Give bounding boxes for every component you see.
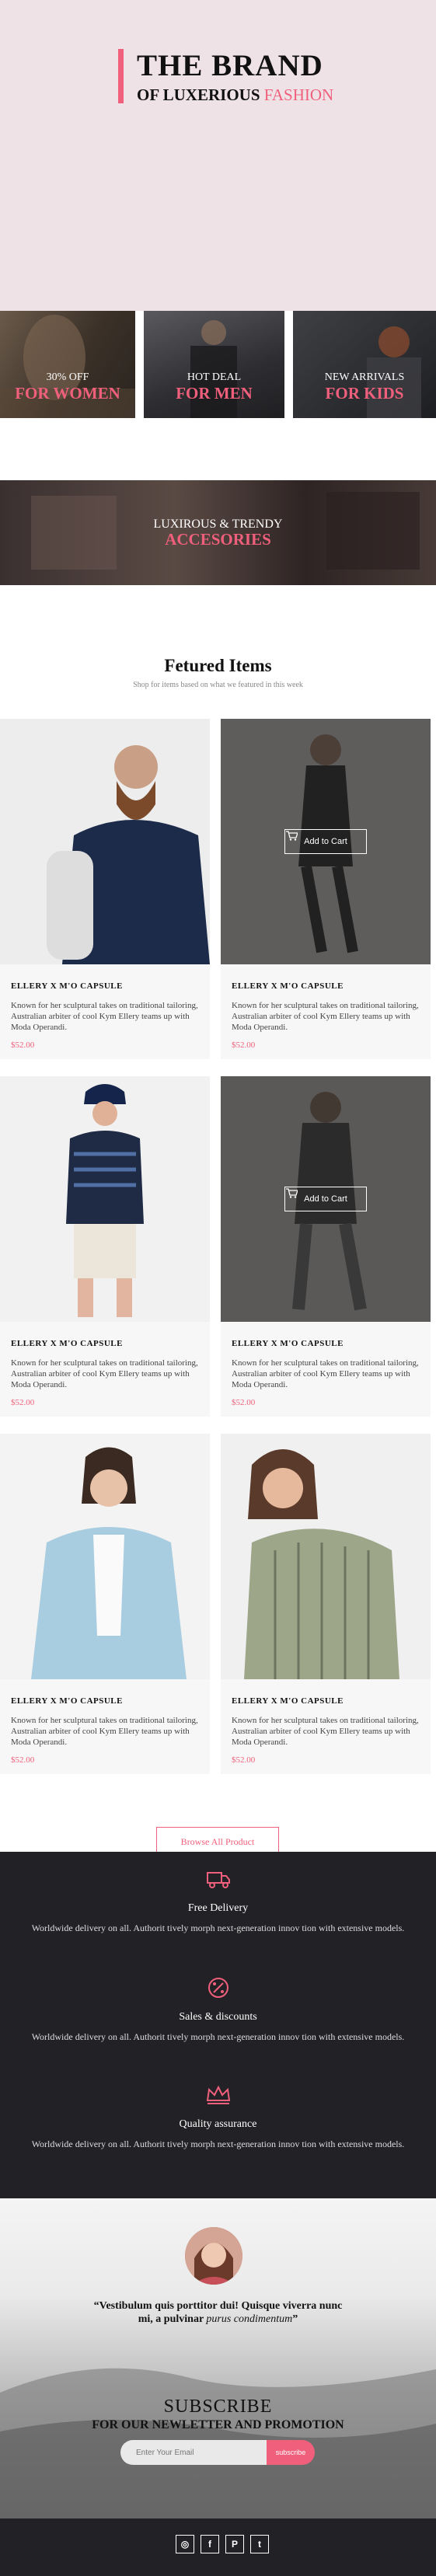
testimonial-quote-end: ” <box>292 2313 298 2325</box>
promo-kids[interactable]: NEW ARRIVALS FOR KIDS <box>293 311 436 418</box>
percent-icon <box>208 1978 228 1998</box>
crown-icon <box>206 2085 230 2104</box>
add-to-cart-label: Add to Cart <box>304 1194 347 1204</box>
product-card[interactable]: ELLERY X M'O CAPSULE Known for her sculp… <box>0 1434 210 1774</box>
product-image[interactable] <box>0 719 210 964</box>
hero-banner: THE BRAND OF LUXERIOUS FASHION <box>0 0 436 311</box>
product-card[interactable]: ELLERY X M'O CAPSULE Known for her sculp… <box>221 1434 431 1774</box>
promo-women[interactable]: 30% OFF FOR WOMEN <box>0 311 135 418</box>
product-card[interactable]: ELLERY X M'O CAPSULE Known for her sculp… <box>0 1076 210 1417</box>
product-description: Known for her sculptural takes on tradit… <box>232 1358 419 1389</box>
product-price: $52.00 <box>232 1755 256 1765</box>
feature-text: Worldwide delivery on all. Authorit tive… <box>31 2139 405 2149</box>
feature-text: Worldwide delivery on all. Authorit tive… <box>31 2031 405 2042</box>
avatar <box>185 2227 242 2285</box>
feature-free-delivery: Free Delivery Worldwide delivery on all.… <box>0 1867 436 1933</box>
product-price: $52.00 <box>11 1398 35 1407</box>
product-title[interactable]: ELLERY X M'O CAPSULE <box>11 981 199 991</box>
add-to-cart-button[interactable]: Add to Cart <box>284 829 367 854</box>
product-image[interactable] <box>0 1434 210 1679</box>
hero-accent-bar <box>118 49 124 103</box>
promo-men-small: HOT DEAL <box>187 371 242 383</box>
footer: ◎ f P t <box>0 2518 436 2576</box>
product-image[interactable]: Add to Cart <box>221 719 431 964</box>
subscribe-subtitle: FOR OUR NEWLETTER AND PROMOTION <box>92 2418 344 2431</box>
product-price: $52.00 <box>11 1041 35 1050</box>
add-to-cart-button[interactable]: Add to Cart <box>284 1187 367 1211</box>
twitter-icon[interactable]: t <box>250 2535 269 2553</box>
testimonial-quote-italic: purus condimentum <box>206 2313 293 2325</box>
facebook-icon[interactable]: f <box>201 2535 219 2553</box>
instagram-icon[interactable]: ◎ <box>176 2535 194 2553</box>
product-grid: ELLERY X M'O CAPSULE Known for her sculp… <box>0 719 436 1856</box>
product-description: Known for her sculptural takes on tradit… <box>11 1716 198 1747</box>
features-section: Free Delivery Worldwide delivery on all.… <box>0 1852 436 2198</box>
add-to-cart-label: Add to Cart <box>304 837 347 846</box>
product-description: Known for her sculptural takes on tradit… <box>232 1716 419 1747</box>
promo-men-large: FOR MEN <box>176 384 253 403</box>
social-links: ◎ f P t <box>176 2535 269 2553</box>
product-image[interactable]: Add to Cart <box>221 1076 431 1322</box>
testimonial-quote: “Vestibulum quis porttitor dui! Quisque … <box>93 2299 343 2326</box>
product-title[interactable]: ELLERY X M'O CAPSULE <box>232 1339 420 1348</box>
cart-icon <box>286 1188 298 1198</box>
product-card[interactable]: Add to Cart ELLERY X M'O CAPSULE Known f… <box>221 1076 431 1417</box>
truck-icon <box>206 1872 230 1888</box>
testimonial-subscribe-section: “Vestibulum quis porttitor dui! Quisque … <box>0 2198 436 2518</box>
featured-title: Fetured Items <box>164 656 272 675</box>
product-price: $52.00 <box>11 1755 35 1765</box>
brand-title: THE BRAND <box>137 49 323 82</box>
brand-subtitle: OF LUXERIOUS FASHION <box>137 85 333 105</box>
cart-icon <box>286 831 298 841</box>
product-title[interactable]: ELLERY X M'O CAPSULE <box>232 1696 420 1706</box>
product-description: Known for her sculptural takes on tradit… <box>11 1358 198 1389</box>
product-card[interactable]: Add to Cart ELLERY X M'O CAPSULE Known f… <box>221 719 431 1059</box>
promo-kids-large: FOR KIDS <box>325 384 404 403</box>
promo-section: 30% OFF FOR WOMEN HOT DEAL FOR MEN NEW A… <box>0 311 436 606</box>
product-title[interactable]: ELLERY X M'O CAPSULE <box>232 981 420 991</box>
promo-women-large: FOR WOMEN <box>15 384 120 403</box>
promo-men[interactable]: HOT DEAL FOR MEN <box>144 311 284 418</box>
subscribe-title: SUBSCRIBE <box>163 2396 273 2417</box>
feature-text: Worldwide delivery on all. Authorit tive… <box>31 1922 405 1933</box>
feature-title: Quality assurance <box>179 2118 257 2130</box>
product-title[interactable]: ELLERY X M'O CAPSULE <box>11 1339 199 1348</box>
product-image[interactable] <box>0 1076 210 1322</box>
product-title[interactable]: ELLERY X M'O CAPSULE <box>11 1696 199 1706</box>
promo-kids-small: NEW ARRIVALS <box>324 371 405 383</box>
promo-accessories-large: ACCESORIES <box>165 530 271 549</box>
feature-title: Sales & discounts <box>179 2011 257 2023</box>
featured-header: Fetured Items Shop for items based on wh… <box>0 656 436 689</box>
product-card[interactable]: ELLERY X M'O CAPSULE Known for her sculp… <box>0 719 210 1059</box>
product-description: Known for her sculptural takes on tradit… <box>232 1001 419 1032</box>
product-image[interactable] <box>221 1434 431 1679</box>
product-description: Known for her sculptural takes on tradit… <box>11 1001 198 1032</box>
brand-subtitle-accent: FASHION <box>263 85 334 104</box>
subscribe-form: subscribe <box>120 2440 315 2465</box>
pinterest-icon[interactable]: P <box>225 2535 244 2553</box>
feature-title: Free Delivery <box>187 1902 249 1914</box>
promo-women-small: 30% OFF <box>46 371 89 383</box>
email-field[interactable] <box>120 2440 267 2465</box>
promo-accessories[interactable]: LUXIROUS & TRENDY ACCESORIES <box>0 480 436 585</box>
subscribe-button[interactable]: subscribe <box>267 2440 315 2465</box>
product-price: $52.00 <box>232 1041 256 1050</box>
feature-sales-discounts: Sales & discounts Worldwide delivery on … <box>0 1976 436 2042</box>
brand-subtitle-prefix: OF LUXERIOUS <box>137 85 264 104</box>
product-price: $52.00 <box>232 1398 256 1407</box>
feature-quality-assurance: Quality assurance Worldwide delivery on … <box>0 2083 436 2149</box>
featured-subtitle: Shop for items based on what we featured… <box>133 681 303 689</box>
